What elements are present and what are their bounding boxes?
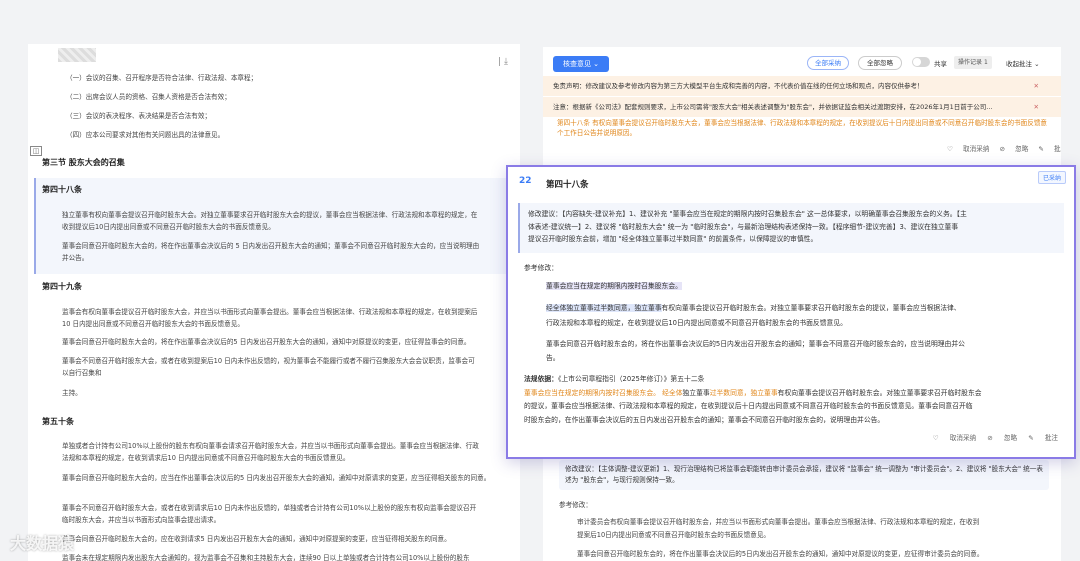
reference-paragraph: 提案后10日内提出同意或不同意召开临时股东会的书面反馈意见。: [577, 531, 771, 539]
reference-label: 参考修改：: [559, 501, 592, 509]
inserted-text: 经全体独立董事过半数同意，独立董事: [546, 304, 662, 312]
legal-text: 时股东会的，在作出董事会决议后的五日内发出召开股东会的通知；董事会不同意召开临时…: [524, 415, 885, 424]
log-label: 操作记录: [958, 59, 983, 66]
list-item: （四）应本公司要求对其他有关问题出具的法律意见。: [66, 131, 225, 139]
paragraph: 法规和本章程的规定，在收到请求后10 日内提出同意或不同意召开临时股东大会的书面…: [62, 454, 350, 462]
legal-basis-ref: 《上市公司章程指引（2025年修订）》第五十二条: [557, 375, 705, 383]
list-item: （一）会议的召集、召开程序是否符合法律、行政法规、本章程；: [66, 74, 258, 82]
changed-text: 个工作日公告并说明原因。: [557, 129, 637, 137]
suggestion-box: 修改建议：【主体调整-建议更新】1、现行治理结构已将监事会职能转由审计委员会承接…: [559, 460, 1049, 490]
disclaimer-text: 免责声明：修改建议及参考修改内容为第三方大模型平台生成和完善的内容，不代表价值在…: [553, 82, 924, 90]
ignore-button[interactable]: ⊘ 忽略: [987, 434, 1017, 442]
accept-all-button[interactable]: 全部采纳: [807, 56, 849, 70]
comment-label: 批注: [1054, 145, 1061, 153]
ignore-label: 忽略: [1015, 145, 1029, 153]
list-item: （二）出席会议人员的资格、召集人资格是否合法有效；: [66, 93, 231, 101]
suggestion-line: 体表述-建议统一】2、建议将 "临时股东大会" 统一为 "临时股东会"，与最新治…: [528, 222, 959, 231]
comment-button[interactable]: ✎ 批注: [1028, 434, 1058, 442]
paragraph: 单独或者合计持有公司10%以上股份的股东有权向董事会请求召开临时股东大会，并应当…: [62, 442, 479, 450]
paragraph: 收到提议后10日内提出同意或不同意召开临时股东大会的书面反馈意见。: [62, 223, 275, 231]
cancel-accept-label: 取消采纳: [963, 145, 990, 153]
share-label: 共享: [934, 60, 947, 68]
paragraph: 独立董事有权向董事会提议召开临时股东大会。对独立董事要求召开临时股东大会的提议，…: [62, 211, 478, 219]
card-actions: ♡ 取消采纳 ⊘ 忽略 ✎ 批注: [924, 432, 1058, 442]
legal-text-highlight: 过半数同意，独立董事: [709, 388, 778, 397]
article-title: 第四十八条: [42, 185, 82, 194]
status-badge: 已采纳: [1037, 171, 1066, 184]
watermark-logo: 大数据猿: [10, 534, 75, 553]
app-root: | ⤓ （一）会议的召集、召开程序是否符合法律、行政法规、本章程； （二）出席会…: [0, 0, 1080, 561]
ignore-all-button[interactable]: 全部忽略: [858, 56, 902, 70]
cancel-accept-button[interactable]: ♡ 取消采纳: [947, 145, 989, 153]
section-heading: 第三节 股东大会的召集: [42, 158, 125, 167]
legal-text-highlight: 董事会应当在规定的期限内按时召集股东会。: [524, 388, 660, 397]
share-toggle[interactable]: [912, 57, 930, 67]
paragraph: 监事会同意召开临时股东大会的，应在收到请求5 日内发出召开股东大会的通知，通知中…: [62, 535, 451, 543]
reference-text: 有权向董事会提议召开临时股东会。对独立董事要求召开临时股东会的提议，董事会应当根…: [661, 304, 961, 312]
ignore-label: 忽略: [1003, 434, 1018, 442]
article-title: 第五十条: [42, 417, 74, 426]
paragraph: 董事会不同意召开临时股东大会，或者在收到提案后10 日内未作出反馈的，视为董事会…: [62, 357, 475, 365]
reference-paragraph: 审计委员会有权向董事会提议召开临时股东会，并应当以书面形式向董事会提出。董事会应…: [577, 517, 1057, 528]
card-title: 第四十八条: [546, 180, 589, 190]
cancel-accept-label: 取消采纳: [949, 434, 977, 442]
paragraph: 并公告。: [62, 254, 89, 262]
comment-actions: ♡ 取消采纳 ⊘ 忽略 ✎ 批注: [939, 143, 1061, 153]
document-pane: | ⤓ （一）会议的召集、召开程序是否符合法律、行政法规、本章程； （二）出席会…: [28, 44, 520, 561]
paragraph: 10 日内提出同意或不同意召开临时股东大会的书面反馈意见。: [62, 320, 244, 328]
paragraph: 监事会未在规定期限内发出股东大会通知的，视为监事会不召集和主持股东大会，连续90…: [62, 554, 470, 561]
review-dropdown-button[interactable]: 核查意见 ⌄: [553, 56, 609, 72]
legal-text: 有权向董事会提议召开临时股东会。对独立董事要求召开临时股东会: [777, 388, 982, 397]
reference-paragraph: 董事会应当在规定的期限内按时召集股东会。: [546, 278, 1046, 295]
reference-label: 参考修改：: [524, 264, 558, 272]
paragraph: 以自行召集和: [62, 369, 102, 377]
log-button[interactable]: 操作记录 1: [954, 56, 992, 69]
reference-paragraph: 董事会同意召开临时股东会的，将在作出董事会决议后的5日内发出召开股东会的通知；董…: [546, 340, 965, 348]
changed-text: 第四十八条 有权向董事会提议召开临时股东大会，董事会应当根据法律、行政法规和本章…: [557, 119, 1047, 127]
paragraph: 临时股东大会，并应当以书面形式向监事会提出请求。: [62, 516, 221, 524]
notice-text: 注意：根据新《公司法》配套规则要求，上市公司需将"股东大会"相关表述调整为"股东…: [553, 103, 993, 111]
comment-button[interactable]: ✎ 批注: [1038, 145, 1061, 153]
blurred-logo: [58, 48, 96, 62]
paragraph: 董事会同意召开临时股东大会的，将在作出董事会决议后的 5 日内发出召开股东大会的…: [62, 242, 480, 250]
notice-banner: 注意：根据新《公司法》配套规则要求，上市公司需将"股东大会"相关表述调整为"股东…: [543, 97, 1061, 117]
close-icon[interactable]: ✕: [1034, 97, 1039, 117]
comment-label: 批注: [1044, 434, 1058, 442]
reference-paragraph: 告。: [546, 354, 560, 362]
paragraph: 主持。: [62, 389, 82, 397]
legal-text: 独立董事: [682, 388, 710, 397]
ignore-button[interactable]: ⊘ 忽略: [1000, 145, 1029, 153]
legal-basis: 法规依据：《上市公司章程指引（2025年修订）》第五十二条 董事会应当在规定的期…: [524, 373, 1054, 427]
log-count: 1: [983, 59, 988, 66]
suggestion-line: 提议召开临时股东会前，增加 "经全体独立董事过半数同意" 的前置条件，以保障提议…: [528, 235, 818, 243]
cancel-accept-button[interactable]: ♡ 取消采纳: [933, 434, 976, 442]
legal-text: 的提议，董事会应当根据法律、行政法规和本章程的规定，在收到提议后十日内提出同意或…: [524, 402, 973, 410]
close-icon[interactable]: ✕: [1034, 76, 1039, 96]
suggestion-box: 修改建议：【内容缺失-建议补充】1、建议补充 "董事会应当在规定的期限内按时召集…: [518, 203, 1064, 253]
legal-text-highlight: 经全体: [662, 388, 683, 397]
suggestion-card[interactable]: 22 第四十八条 已采纳 修改建议：【内容缺失-建议补充】1、建议补充 "董事会…: [506, 165, 1076, 459]
paragraph: 监事会有权向董事会提议召开临时股东大会，并应当以书面形式向董事会提出。董事会应当…: [62, 308, 478, 316]
legal-basis-label: 法规依据：: [524, 375, 558, 383]
disclaimer-banner: 免责声明：修改建议及参考修改内容为第三方大模型平台生成和完善的内容，不代表价值在…: [543, 76, 1061, 96]
paragraph: 董事会同意召开临时股东大会的，应当在作出董事会决议后的5 日内发出召开股东大会的…: [62, 474, 491, 482]
reference-paragraph: 经全体独立董事过半数同意，独立董事有权向董事会提议召开临时股东会。对独立董事要求…: [546, 301, 1046, 315]
article-title: 第四十九条: [42, 282, 82, 291]
inserted-text: 董事会应当在规定的期限内按时召集股东会。: [546, 282, 682, 290]
sidebar-toggle-icon[interactable]: ◫: [30, 146, 42, 156]
reference-text: 审计委员会有权向董事会提议召开临时股东会，并应当以书面形式向董事会提出。董事会应…: [577, 518, 980, 526]
paragraph: 董事会不同意召开临时股东大会，或者在收到请求后10 日内未作出反馈的，单独或者合…: [62, 504, 477, 512]
doc-toolbar[interactable]: | ⤓: [498, 57, 508, 67]
reference-paragraph: 行政法规和本章程的规定，在收到提议后10日内提出同意或不同意召开临时股东会的书面…: [546, 319, 847, 327]
collapse-comments-button[interactable]: 收起批注 ⌄: [1006, 58, 1040, 68]
reference-paragraph: 董事会同意召开临时股东会的，将在作出董事会决议后的5日内发出召开股东会的通知，通…: [577, 550, 984, 558]
suggestion-line: 修改建议：【内容缺失-建议补充】1、建议补充 "董事会应当在规定的期限内按时召集…: [528, 210, 967, 218]
card-number: 22: [519, 176, 532, 186]
list-item: （三）会议的表决程序、表决结果是否合法有效；: [66, 112, 212, 120]
paragraph: 董事会同意召开临时股东大会的，将在作出董事会决议后的5 日内发出召开股东大会的通…: [62, 338, 471, 346]
